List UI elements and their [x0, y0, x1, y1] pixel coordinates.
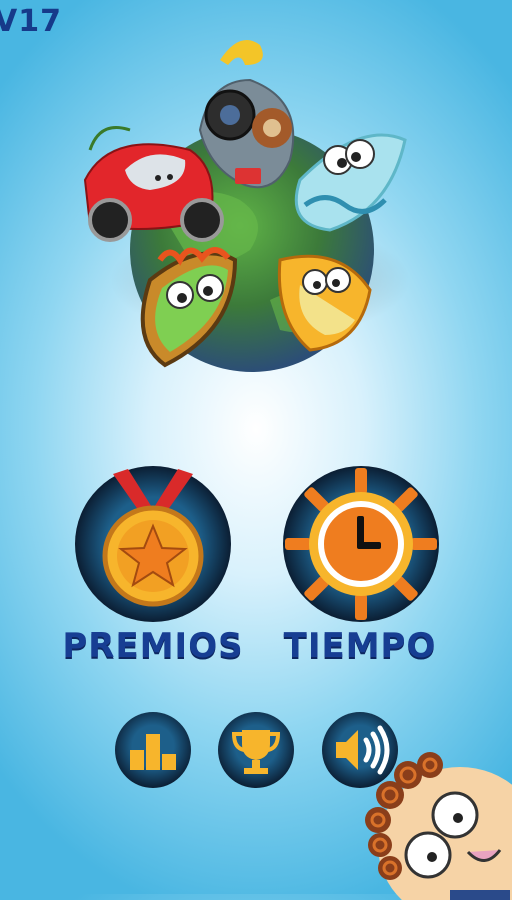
time-button[interactable]: [281, 464, 441, 624]
clock-sun-icon: [283, 466, 439, 622]
ranking-button[interactable]: [113, 710, 193, 790]
prizes-button[interactable]: [73, 464, 233, 624]
trophy-icon: [218, 712, 294, 788]
version-label: V17: [0, 4, 62, 39]
podium-icon: [115, 712, 191, 788]
category-hub: [83, 40, 410, 372]
medal-star-icon: [75, 466, 231, 622]
banana-icon: [220, 40, 263, 65]
trophy-button[interactable]: [216, 710, 296, 790]
time-label[interactable]: TIEMPO: [260, 626, 460, 666]
mascot-character: [365, 752, 512, 900]
wheel-icon: [88, 198, 132, 242]
prizes-label[interactable]: PREMIOS: [53, 626, 253, 666]
